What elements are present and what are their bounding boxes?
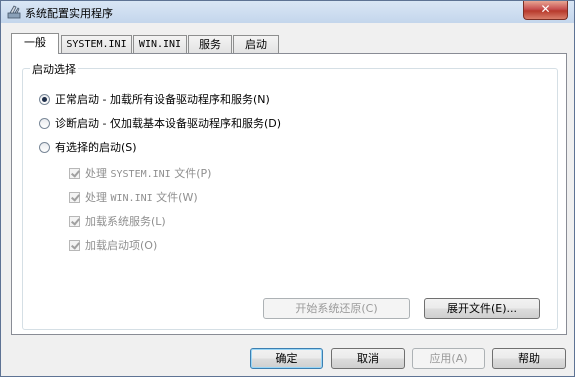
title-bar[interactable]: 系统配置实用程序 ✕ [1,1,574,23]
radio-diagnostic-startup[interactable]: 诊断启动 - 仅加载基本设备驱动程序和服务(D) [39,115,281,131]
radio-label: 正常启动 - 加载所有设备驱动程序和服务(N) [55,93,270,106]
help-button[interactable]: 帮助 [492,348,566,369]
checkbox-label: 处理 SYSTEM.INI 文件(P) [85,167,212,180]
expand-file-button[interactable]: 展开文件(E)... [424,298,540,319]
ok-button[interactable]: 确定 [250,348,323,369]
cancel-button[interactable]: 取消 [331,348,405,369]
tab-services[interactable]: 服务 [188,35,232,53]
checkbox[interactable] [69,167,80,179]
radio-button[interactable] [39,93,50,105]
close-icon: ✕ [540,2,551,16]
tab-win-ini[interactable]: WIN.INI [133,35,187,53]
check-load-system-services[interactable]: 加载系统服务(L) [69,213,166,229]
startup-selection-group: 启动选择 正常启动 - 加载所有设备驱动程序和服务(N) 诊断启动 - 仅加载基… [22,61,558,330]
check-process-system-ini[interactable]: 处理 SYSTEM.INI 文件(P) [69,165,211,181]
app-icon [7,5,21,19]
close-button[interactable]: ✕ [523,1,568,20]
general-tab-panel: 启动选择 正常启动 - 加载所有设备驱动程序和服务(N) 诊断启动 - 仅加载基… [11,53,567,335]
checkbox[interactable] [69,215,80,227]
radio-label: 有选择的启动(S) [55,141,137,154]
check-process-win-ini[interactable]: 处理 WIN.INI 文件(W) [69,189,198,205]
check-load-startup-items[interactable]: 加载启动项(O) [69,237,157,253]
start-system-restore-button[interactable]: 开始系统还原(C) [263,298,410,319]
radio-normal-startup[interactable]: 正常启动 - 加载所有设备驱动程序和服务(N) [39,91,270,107]
window-title: 系统配置实用程序 [25,7,113,20]
radio-button[interactable] [39,141,50,153]
radio-selective-startup[interactable]: 有选择的启动(S) [39,139,137,155]
tab-system-ini[interactable]: SYSTEM.INI [61,35,132,53]
apply-button[interactable]: 应用(A) [412,348,485,369]
checkbox[interactable] [69,191,80,203]
tab-general[interactable]: 一般 [11,33,59,54]
system-config-window: 系统配置实用程序 ✕ 一般 SYSTEM.INI WIN.INI 服务 启动 启… [0,0,575,377]
radio-button[interactable] [39,117,50,129]
checkbox-label: 处理 WIN.INI 文件(W) [85,191,198,204]
radio-label: 诊断启动 - 仅加载基本设备驱动程序和服务(D) [55,117,282,130]
checkbox[interactable] [69,239,80,251]
tab-startup[interactable]: 启动 [233,35,279,53]
checkbox-label: 加载启动项(O) [85,239,158,252]
group-legend: 启动选择 [30,61,78,77]
checkbox-label: 加载系统服务(L) [85,215,166,228]
